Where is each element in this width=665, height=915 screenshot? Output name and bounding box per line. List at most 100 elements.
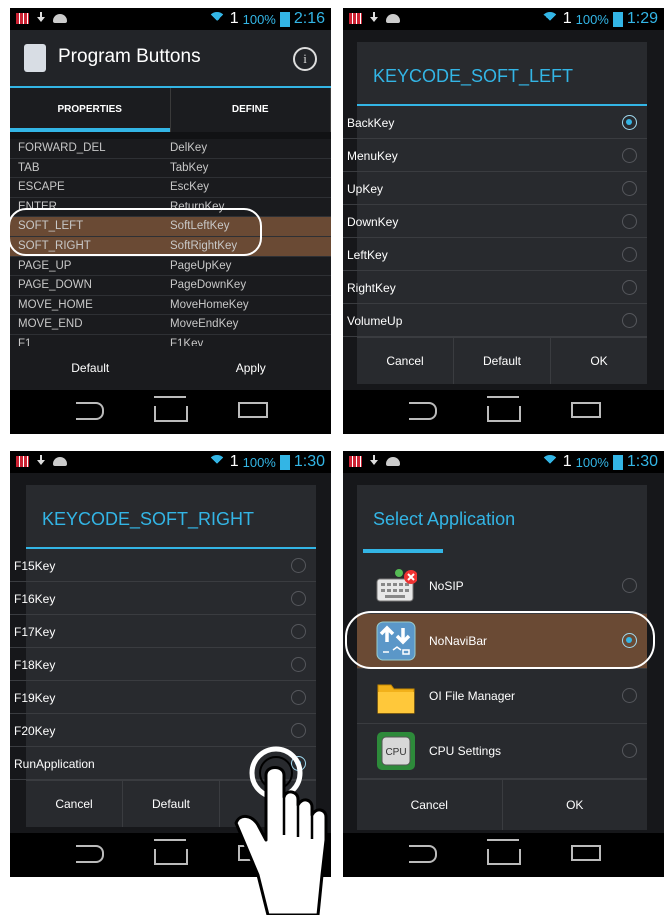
option-label: VolumeUp — [347, 314, 403, 328]
cancel-button[interactable]: Cancel — [357, 338, 454, 384]
radio-button[interactable] — [291, 624, 306, 639]
option-label: RightKey — [347, 281, 396, 295]
cancel-button[interactable]: Cancel — [357, 780, 503, 830]
battery-icon — [612, 11, 623, 27]
tab-bar: PROPERTIES DEFINE — [10, 88, 331, 132]
flag-icon — [16, 455, 29, 467]
ok-button[interactable]: OK — [503, 780, 648, 830]
status-bar: 1 100% 1:30 — [10, 451, 331, 473]
radio-button[interactable] — [622, 743, 637, 758]
option-item[interactable]: MenuKey — [343, 139, 647, 172]
home-icon[interactable] — [487, 396, 521, 422]
download-icon — [369, 12, 379, 24]
tab-properties[interactable]: PROPERTIES — [10, 88, 171, 132]
radio-button[interactable] — [622, 280, 637, 295]
cancel-button[interactable]: Cancel — [26, 781, 123, 827]
radio-button[interactable] — [291, 558, 306, 573]
list-item[interactable]: ESCAPE EscKey — [10, 178, 331, 198]
radio-button[interactable] — [622, 181, 637, 196]
option-item[interactable]: RightKey — [343, 271, 647, 304]
option-item[interactable]: F15Key — [10, 549, 316, 582]
dialog-buttons: Cancel Default OK — [357, 337, 647, 384]
radio-button[interactable] — [622, 247, 637, 262]
list-item[interactable]: TAB TabKey — [10, 159, 331, 179]
button-bar: Default Apply — [10, 346, 331, 390]
page-title: Program Buttons — [58, 46, 201, 67]
list-item[interactable]: FORWARD_DEL DelKey — [10, 139, 331, 159]
list-item[interactable]: PAGE_UP PageUpKey — [10, 257, 331, 277]
app-label: NoSIP — [429, 579, 464, 593]
row-key: PAGE_DOWN — [18, 279, 92, 292]
radio-button[interactable] — [291, 657, 306, 672]
android-icon — [53, 456, 67, 466]
option-label: F20Key — [14, 724, 56, 738]
cpu-icon-text: CPU — [385, 747, 406, 758]
back-icon[interactable] — [409, 402, 437, 420]
wifi-icon — [207, 12, 226, 30]
tab-define[interactable]: DEFINE — [171, 88, 331, 132]
radio-button[interactable] — [622, 148, 637, 163]
default-button[interactable]: Default — [123, 781, 220, 827]
option-item[interactable]: F19Key — [10, 681, 316, 714]
option-item[interactable]: BackKey — [343, 106, 647, 139]
row-value: EscKey — [170, 181, 209, 194]
list-item[interactable]: PAGE_DOWN PageDownKey — [10, 276, 331, 296]
list-item[interactable]: MOVE_END MoveEndKey — [10, 315, 331, 335]
radio-selected[interactable] — [622, 115, 637, 130]
dialog-title: Select Application — [373, 509, 516, 529]
default-button[interactable]: Default — [454, 338, 551, 384]
default-button[interactable]: Default — [10, 346, 171, 390]
home-icon[interactable] — [487, 839, 521, 865]
row-key: MOVE_END — [18, 318, 83, 331]
cpu-icon: CPU — [377, 732, 415, 770]
home-icon[interactable] — [154, 839, 188, 865]
list-item[interactable]: MOVE_HOME MoveHomeKey — [10, 296, 331, 316]
signal-count: 1 — [562, 10, 572, 27]
option-label: F15Key — [14, 559, 56, 573]
back-icon[interactable] — [76, 402, 104, 420]
clock: 1:30 — [626, 453, 658, 470]
radio-button[interactable] — [291, 723, 306, 738]
option-item[interactable]: F16Key — [10, 582, 316, 615]
tap-hand-icon — [234, 746, 328, 915]
back-icon[interactable] — [76, 845, 104, 863]
option-item[interactable]: F17Key — [10, 615, 316, 648]
option-item[interactable]: F20Key — [10, 714, 316, 747]
option-label: F16Key — [14, 592, 56, 606]
option-label: F18Key — [14, 658, 56, 672]
battery-percent: 100% — [242, 11, 276, 27]
recents-icon[interactable] — [571, 402, 601, 418]
row-key: MOVE_HOME — [18, 298, 93, 311]
program-buttons-app-icon — [24, 44, 46, 72]
radio-button[interactable] — [622, 578, 637, 593]
app-option[interactable]: CPU CPU Settings — [357, 724, 647, 779]
option-item[interactable]: VolumeUp — [343, 304, 647, 337]
row-key: PAGE_UP — [18, 259, 72, 272]
dialog-title: KEYCODE_SOFT_LEFT — [373, 66, 574, 86]
option-item[interactable]: UpKey — [343, 172, 647, 205]
radio-button[interactable] — [291, 591, 306, 606]
flag-icon — [349, 12, 362, 24]
navigation-bar — [343, 390, 664, 434]
option-label: BackKey — [347, 116, 395, 130]
signal-count: 1 — [229, 453, 239, 470]
option-item[interactable]: DownKey — [343, 205, 647, 238]
radio-button[interactable] — [622, 214, 637, 229]
info-icon[interactable]: i — [293, 47, 317, 71]
option-item[interactable]: F18Key — [10, 648, 316, 681]
apply-button[interactable]: Apply — [171, 346, 332, 390]
home-icon[interactable] — [154, 396, 188, 422]
back-icon[interactable] — [409, 845, 437, 863]
option-item[interactable]: LeftKey — [343, 238, 647, 271]
radio-button[interactable] — [622, 313, 637, 328]
recents-icon[interactable] — [571, 845, 601, 861]
app-option[interactable]: OI File Manager — [357, 669, 647, 724]
radio-button[interactable] — [291, 690, 306, 705]
flag-icon — [16, 12, 29, 24]
ok-button[interactable]: OK — [551, 338, 647, 384]
radio-button[interactable] — [622, 688, 637, 703]
row-value: DelKey — [170, 142, 208, 154]
app-option[interactable]: NoSIP — [357, 559, 647, 614]
flag-icon — [349, 455, 362, 467]
recents-icon[interactable] — [238, 402, 268, 418]
